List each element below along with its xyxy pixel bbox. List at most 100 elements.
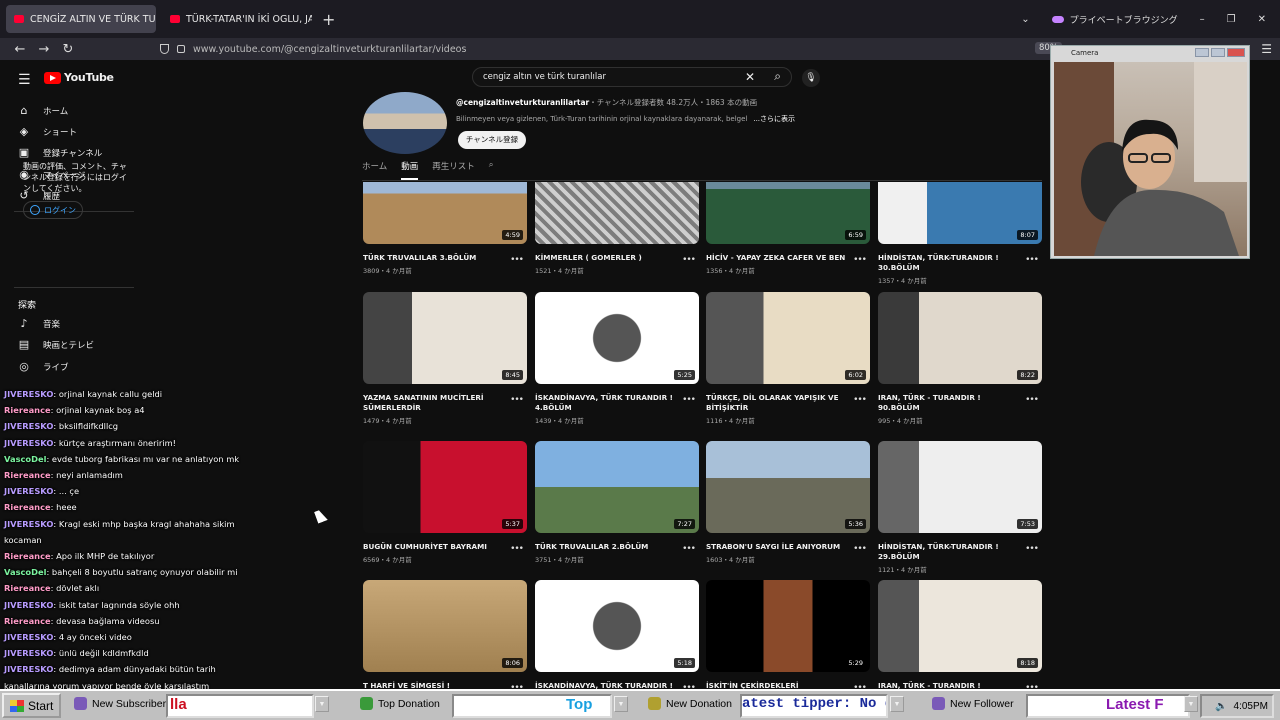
video-card[interactable]: 8:07 HİNDİSTAN, TÜRK-TURANDIR ! 30.BÖLÜM •…	[878, 182, 1042, 285]
channel-handle[interactable]: @cengizaltinveturkturanlilartar	[456, 98, 589, 107]
browser-tab-1[interactable]: CENGİZ ALTIN VE TÜRK TURAN ×	[6, 5, 156, 33]
close-icon[interactable]	[1227, 48, 1245, 57]
video-thumbnail[interactable]: 7:53	[878, 441, 1042, 533]
video-thumbnail[interactable]: 6:02	[706, 292, 870, 384]
more-options-icon[interactable]: •••	[853, 544, 867, 554]
hamburger-menu-icon[interactable]: ☰	[18, 72, 31, 88]
back-arrow-icon[interactable]: ←	[8, 42, 32, 57]
video-card[interactable]: 8:18IRAN, TÜRK - TURANDIR ! 89.BÖLÜM•••	[878, 580, 1042, 701]
sidebar-item-live[interactable]: ◎ ライブ	[18, 360, 68, 373]
clear-search-icon[interactable]: ✕	[745, 70, 755, 84]
url-text[interactable]: www.youtube.com/@cengizaltinveturkturanl…	[193, 44, 466, 55]
search-value[interactable]: cengiz altın ve türk turanlılar	[483, 72, 606, 82]
more-options-icon[interactable]: •••	[682, 255, 696, 265]
video-title[interactable]: BUGÜN CUMHURİYET BAYRAMI	[363, 542, 508, 552]
video-card[interactable]: 5:18 İSKANDİNAVYA, TÜRK TURANDIR ! •••	[535, 580, 699, 693]
address-bar[interactable]: www.youtube.com/@cengizaltinveturkturanl…	[160, 40, 1050, 58]
more-options-icon[interactable]: •••	[1025, 544, 1039, 554]
video-card[interactable]: 6:02 TÜRKÇE, DİL OLARAK YAPIŞIK VE BİTİŞİ…	[706, 292, 870, 425]
subscribe-button[interactable]: チャンネル登録	[458, 131, 526, 149]
video-title[interactable]: YAZMA SANATININ MUCİTLERİ SÜMERLERDİR	[363, 393, 508, 413]
maximize-icon[interactable]: ❐	[1227, 14, 1236, 25]
tab-videos[interactable]: 動画	[401, 160, 419, 180]
more-options-icon[interactable]: •••	[1025, 395, 1039, 405]
video-thumbnail[interactable]: 8:06	[363, 580, 527, 672]
sidebar-item-music[interactable]: ♪ 音楽	[18, 317, 60, 330]
video-card[interactable]: 7:27 TÜRK TRUVALILAR 2.BÖLÜM ••• 3751・4 か月前	[535, 441, 699, 564]
shield-icon[interactable]	[160, 44, 169, 54]
video-card[interactable]: 5:37 BUGÜN CUMHURİYET BAYRAMI ••• 6569・4 か月…	[363, 441, 527, 564]
channel-search-icon[interactable]: ⌕	[489, 160, 494, 180]
new-subscriber-widget[interactable]: New Subscriber	[74, 697, 166, 710]
video-card[interactable]: 8:06 T HARFİ VE SİMGESİ ! •••	[363, 580, 527, 693]
video-thumbnail[interactable]: 8:22	[878, 292, 1042, 384]
video-thumbnail[interactable]: 5:18	[535, 580, 699, 672]
forward-arrow-icon[interactable]: →	[32, 42, 56, 57]
sidebar-item-home[interactable]: ⌂ ホーム	[18, 104, 69, 117]
youtube-logo[interactable]: YouTube	[44, 71, 114, 84]
search-input[interactable]: cengiz altın ve türk turanlılar ✕ ⌕	[472, 67, 792, 87]
more-options-icon[interactable]: •••	[510, 395, 524, 405]
video-card[interactable]: 8:22 IRAN, TÜRK - TURANDIR ! 90.BÖLÜM ••• 9…	[878, 292, 1042, 425]
tab-home[interactable]: ホーム	[362, 160, 387, 180]
video-title[interactable]: İSKANDİNAVYA, TÜRK TURANDIR ! 4.BÖLÜM	[535, 393, 680, 413]
signin-button[interactable]: ログイン	[23, 201, 83, 219]
video-title[interactable]: TÜRK TRUVALILAR 2.BÖLÜM	[535, 542, 680, 552]
speaker-icon[interactable]: 🔈	[1215, 701, 1227, 712]
video-card[interactable]: 5:36 STRABON'U SAYGI İLE ANIYORUM ••• 1603・…	[706, 441, 870, 564]
video-card[interactable]: 6:59 HİCİV - YAPAY ZEKA CAFER VE BEN ••• 13…	[706, 182, 870, 275]
new-donation-widget[interactable]: New Donation	[648, 697, 732, 710]
start-button[interactable]: Start	[2, 693, 62, 718]
video-thumbnail[interactable]: 6:59	[706, 182, 870, 244]
more-options-icon[interactable]: •••	[510, 255, 524, 265]
sidebar-item-shorts[interactable]: ◈ ショート	[18, 125, 77, 138]
follower-dropdown-icon[interactable]: ▼	[1184, 696, 1198, 712]
video-card[interactable]: 8:45 YAZMA SANATININ MUCİTLERİ SÜMERLERDİ…	[363, 292, 527, 425]
video-title[interactable]: TÜRK TRUVALILAR 3.BÖLÜM	[363, 253, 508, 263]
video-card[interactable]: 7:53 HİNDİSTAN, TÜRK-TURANDIR ! 29.BÖLÜM •…	[878, 441, 1042, 574]
more-options-icon[interactable]: •••	[853, 255, 867, 265]
camera-titlebar[interactable]: Camera	[1051, 46, 1249, 60]
maximize-icon[interactable]	[1211, 48, 1225, 57]
more-options-icon[interactable]: •••	[682, 395, 696, 405]
more-options-icon[interactable]: •••	[682, 544, 696, 554]
video-card[interactable]: KİMMERLER ( GOMERLER ) ••• 1521・4 か月前	[535, 182, 699, 275]
video-thumbnail[interactable]: 8:45	[363, 292, 527, 384]
browser-tab-2[interactable]: TÜRK-TATAR'IN İKİ OGLU, JAPO ×	[162, 5, 312, 33]
lock-icon[interactable]	[177, 45, 185, 53]
top-donation-widget[interactable]: Top Donation	[360, 697, 440, 710]
video-thumbnail[interactable]: 8:18	[878, 580, 1042, 672]
close-window-icon[interactable]: ✕	[1258, 14, 1266, 25]
menu-icon[interactable]: ☰	[1261, 42, 1272, 56]
new-donation-dropdown-icon[interactable]: ▼	[890, 696, 904, 712]
video-thumbnail[interactable]: 8:07	[878, 182, 1042, 244]
video-title[interactable]: HİNDİSTAN, TÜRK-TURANDIR ! 29.BÖLÜM	[878, 542, 1023, 562]
video-title[interactable]: HİNDİSTAN, TÜRK-TURANDIR ! 30.BÖLÜM	[878, 253, 1023, 273]
microphone-icon[interactable]: 🎙	[802, 69, 820, 87]
sidebar-item-movies[interactable]: ▤ 映画とテレビ	[18, 338, 94, 351]
video-thumbnail[interactable]: 5:37	[363, 441, 527, 533]
video-title[interactable]: TÜRKÇE, DİL OLARAK YAPIŞIK VE BİTİŞİKTİR	[706, 393, 851, 413]
video-title[interactable]: STRABON'U SAYGI İLE ANIYORUM	[706, 542, 851, 552]
tab-playlists[interactable]: 再生リスト	[432, 160, 475, 180]
donation-dropdown-icon[interactable]: ▼	[614, 696, 628, 712]
sidebar-item-subscriptions[interactable]: ▣ 登録チャンネル	[18, 146, 102, 159]
new-tab-icon[interactable]: +	[322, 10, 335, 29]
new-follower-widget[interactable]: New Follower	[932, 697, 1014, 710]
more-options-icon[interactable]: •••	[853, 395, 867, 405]
subscriber-dropdown-icon[interactable]: ▼	[315, 696, 329, 712]
minimize-icon[interactable]	[1195, 48, 1209, 57]
video-thumbnail[interactable]	[535, 182, 699, 244]
video-card[interactable]: 5:25 İSKANDİNAVYA, TÜRK TURANDIR ! 4.BÖLÜ…	[535, 292, 699, 425]
video-title[interactable]: IRAN, TÜRK - TURANDIR ! 90.BÖLÜM	[878, 393, 1023, 413]
reload-icon[interactable]: ↻	[56, 42, 80, 57]
video-thumbnail[interactable]: 5:25	[535, 292, 699, 384]
video-title[interactable]: KİMMERLER ( GOMERLER )	[535, 253, 680, 263]
more-options-icon[interactable]: •••	[510, 544, 524, 554]
channel-avatar[interactable]	[363, 92, 447, 154]
video-thumbnail[interactable]: 7:27	[535, 441, 699, 533]
minimize-icon[interactable]: –	[1200, 14, 1205, 25]
video-thumbnail[interactable]: 5:29	[706, 580, 870, 672]
video-thumbnail[interactable]: 5:36	[706, 441, 870, 533]
video-card[interactable]: 5:29 İSKİT'İN ÇEKİRDEKLERİ •••	[706, 580, 870, 693]
